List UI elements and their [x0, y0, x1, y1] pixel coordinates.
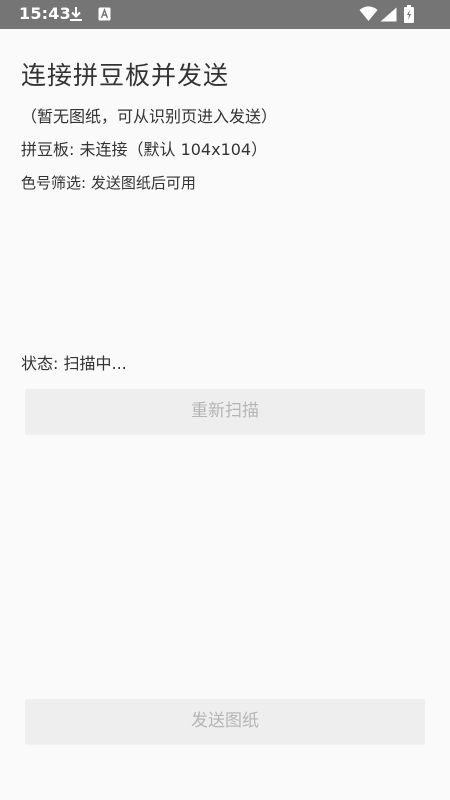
send-pattern-button[interactable]: 发送图纸: [25, 699, 425, 744]
rescan-button[interactable]: 重新扫描: [25, 389, 425, 434]
color-filter-status: 色号筛选: 发送图纸后可用: [21, 174, 196, 192]
scan-status: 状态: 扫描中...: [21, 354, 127, 373]
battery-charging-icon: [404, 5, 414, 27]
wifi-icon: [359, 6, 378, 26]
no-pattern-hint: （暂无图纸，可从识别页进入发送）: [21, 107, 278, 126]
status-bar: 15:43: [0, 0, 450, 29]
signal-icon: [380, 7, 397, 26]
download-icon: [69, 6, 83, 26]
board-connection-status: 拼豆板: 未连接（默认 104x104）: [21, 140, 268, 159]
page-title: 连接拼豆板并发送: [21, 61, 230, 90]
status-time: 15:43: [19, 4, 71, 23]
keyboard-icon: [98, 6, 111, 25]
